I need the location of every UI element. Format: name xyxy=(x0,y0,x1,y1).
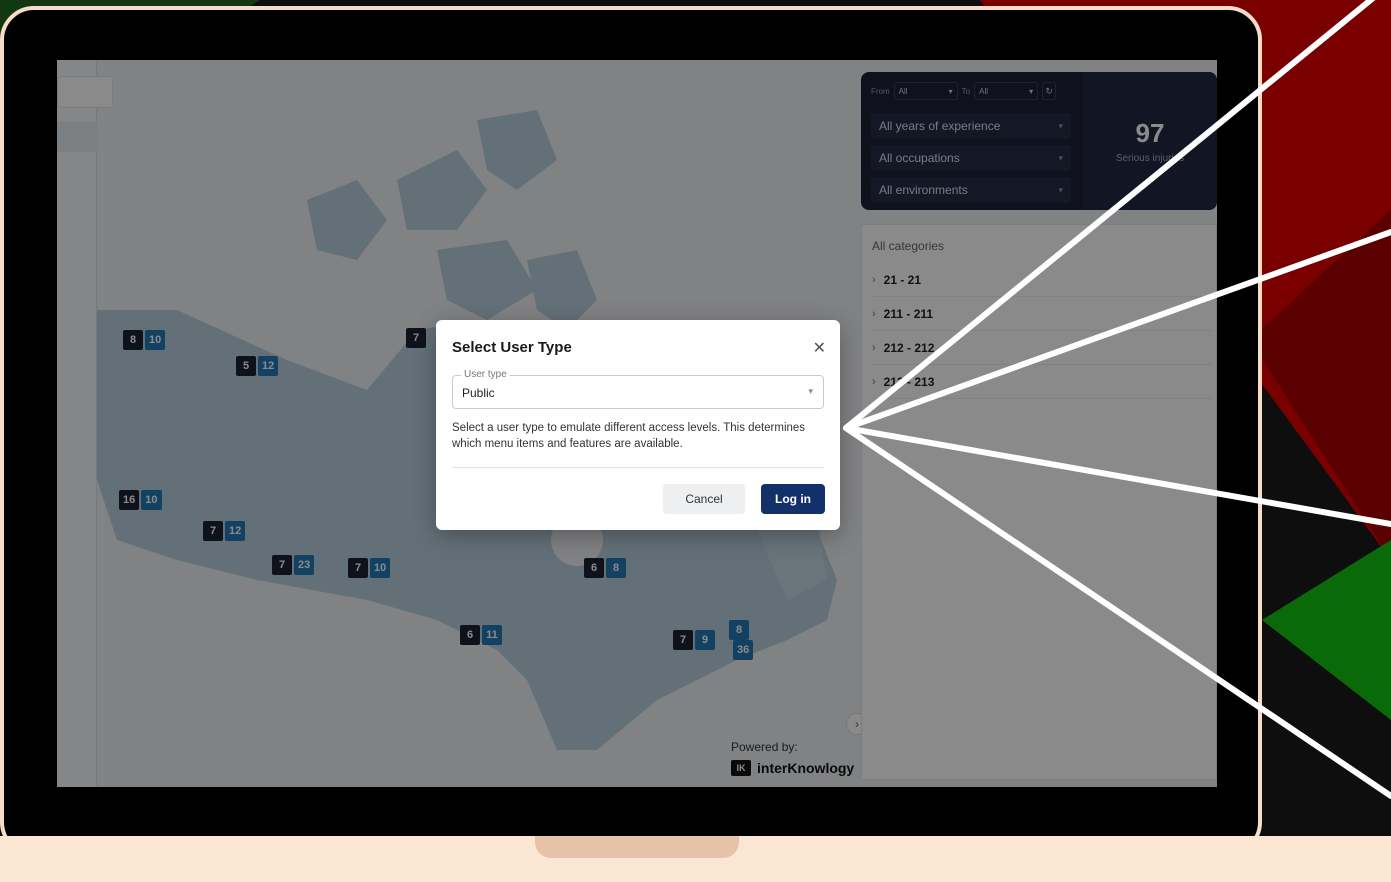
app-screen: 8 10 5 12 7 16 10 7 12 7 23 7 10 6 8 6 1… xyxy=(57,60,1217,787)
login-button[interactable]: Log in xyxy=(761,484,825,514)
dialog-title: Select User Type xyxy=(452,339,572,356)
chevron-down-icon: ▾ xyxy=(808,386,813,396)
select-user-type-dialog: Select User Type ✕ User type Public ▾ Se… xyxy=(436,320,840,530)
user-type-value: Public xyxy=(462,386,495,400)
laptop-notch xyxy=(535,836,739,858)
user-type-label: User type xyxy=(461,369,510,380)
close-icon[interactable]: ✕ xyxy=(813,338,826,358)
divider xyxy=(452,467,824,468)
user-type-select[interactable]: User type Public ▾ xyxy=(452,369,824,409)
cancel-button[interactable]: Cancel xyxy=(663,484,745,514)
dialog-description: Select a user type to emulate different … xyxy=(452,422,806,450)
